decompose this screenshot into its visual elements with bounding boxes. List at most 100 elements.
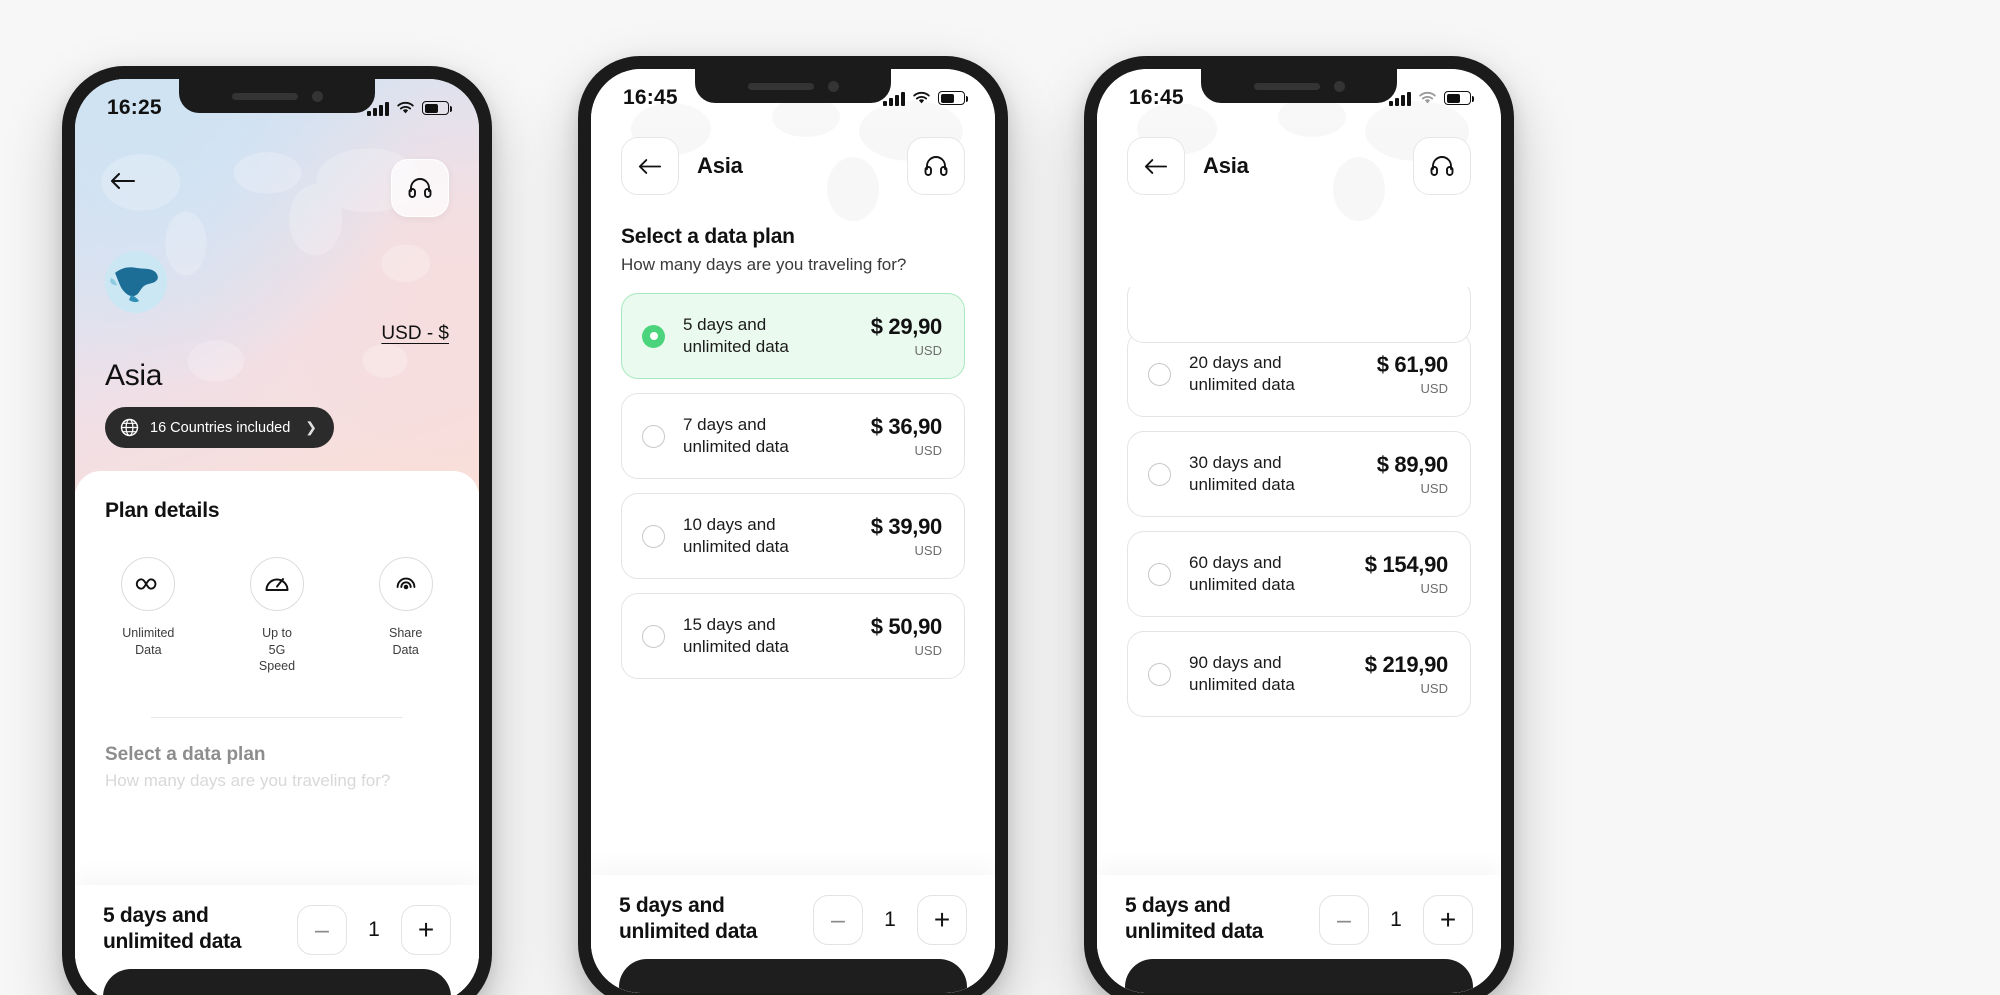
countries-pill-label: 16 Countries included [150,419,291,436]
phone1-screen: 16:25 USD - $ Asia 16 Countries included… [75,79,479,995]
front-camera [1333,80,1345,92]
increase-quantity-button[interactable]: + [1423,895,1473,945]
plan-section-heading-2: Select a data plan How many days are you… [591,225,995,275]
select-plan-faded-title: Select a data plan [105,743,266,765]
phone-mockup-2: 16:45 Asia Select a data plan How many d… [575,53,1011,995]
increase-quantity-button[interactable]: + [401,905,451,955]
plan-left: 90 days and unlimited data [1148,652,1295,696]
list-fade-overlay [1097,839,1501,875]
plan-price: $ 219,90 [1364,652,1449,677]
support-button-1[interactable] [391,159,449,217]
plan-details-title: Plan details [105,499,220,522]
quantity-stepper-2[interactable]: – 1 + [813,895,967,945]
primary-cta-button[interactable] [619,959,967,993]
feature-label: Share Data [389,626,423,657]
currency-selector[interactable]: USD - $ [381,323,449,345]
plan-left: 15 days and unlimited data [642,614,789,658]
radio-unselected-icon[interactable] [1148,462,1171,486]
headset-support-icon [408,178,432,198]
primary-cta-button[interactable] [103,969,451,995]
earpiece-speaker [747,82,814,90]
share-signal-icon [378,557,433,611]
quantity-stepper-3[interactable]: – 1 + [1319,895,1473,945]
radio-unselected-icon[interactable] [642,424,665,448]
plan-left: 10 days and unlimited data [642,514,789,558]
header-left: Asia [621,137,743,195]
asia-globe-icon [105,251,167,313]
plan-list-3: 20 days and unlimited data $ 61,90 USD 3… [1097,287,1501,717]
decrease-quantity-button[interactable]: – [1319,895,1369,945]
plan-currency: USD [1420,381,1448,396]
speedometer-icon [250,557,304,611]
status-icons [883,91,968,106]
plan-currency: USD [914,443,942,458]
decrease-quantity-button[interactable]: – [813,895,863,945]
plan-option-row[interactable]: 7 days and unlimited data $ 36,90 USD [621,393,965,479]
wifi-icon [397,101,414,114]
radio-unselected-icon[interactable] [1148,662,1171,686]
support-button-2[interactable] [907,137,965,195]
select-plan-faded-sub: How many days are you traveling for? [105,770,391,790]
section-subtitle: How many days are you traveling for? [621,255,907,274]
increase-quantity-button[interactable]: + [917,895,967,945]
region-title: Asia [105,359,163,392]
hero-content: USD - $ Asia 16 Countries included ❯ [75,79,479,448]
plan-option-row[interactable]: 15 days and unlimited data $ 50,90 USD [621,593,965,679]
page-title-2: Asia [697,153,743,178]
quantity-value: 1 [1390,908,1402,931]
battery-icon [1444,91,1474,105]
radio-unselected-icon[interactable] [642,524,665,548]
wifi-icon [1419,91,1436,104]
plan-label: 60 days and unlimited data [1189,552,1295,594]
plan-right: $ 36,90 USD [871,414,943,458]
quantity-value: 1 [368,918,380,941]
status-icons [367,101,452,116]
radio-selected-icon[interactable] [642,324,665,348]
front-camera [827,80,839,92]
plan-left: 60 days and unlimited data [1148,552,1295,596]
plan-option-row[interactable]: 10 days and unlimited data $ 39,90 USD [621,493,965,579]
notch [1201,69,1397,103]
plan-left: 20 days and unlimited data [1148,352,1295,396]
quantity-stepper-1[interactable]: – 1 + [297,905,451,955]
selected-plan-title: 5 days and unlimited data [103,904,242,953]
plan-right: $ 89,90 USD [1377,452,1449,496]
status-icons [1389,91,1474,106]
section-title: Select a data plan [621,225,795,248]
feature-5g-speed: Up to 5G Speed [234,557,321,675]
feature-label: Up to 5G Speed [258,626,296,673]
plan-select-screen-3: Asia 20 days and unlimited data $ 61,90 … [1097,69,1501,993]
primary-cta-button[interactable] [1125,959,1473,993]
section-divider [151,716,403,718]
plan-label: 7 days and unlimited data [683,414,789,456]
radio-unselected-icon[interactable] [1148,362,1171,386]
plan-label: 5 days and unlimited data [683,314,789,356]
plan-right: $ 50,90 USD [871,614,943,658]
plan-option-row[interactable]: 30 days and unlimited data $ 89,90 USD [1127,431,1471,517]
plan-price: $ 39,90 [870,514,943,539]
countries-included-pill[interactable]: 16 Countries included ❯ [105,407,334,448]
battery-icon [938,91,968,105]
plan-left: 5 days and unlimited data [642,314,789,358]
plan-option-row[interactable]: 90 days and unlimited data $ 219,90 USD [1127,631,1471,717]
plan-option-row[interactable]: 5 days and unlimited data $ 29,90 USD [621,293,965,379]
radio-unselected-icon[interactable] [642,624,665,648]
plan-label: 30 days and unlimited data [1189,452,1295,494]
radio-unselected-icon[interactable] [1148,562,1171,586]
status-time: 16:45 [623,86,678,109]
support-button-3[interactable] [1413,137,1471,195]
plan-currency: USD [1420,681,1448,696]
battery-icon [422,101,452,115]
wifi-icon [913,91,930,104]
selected-plan-title: 5 days and unlimited data [619,894,758,943]
plan-option-row[interactable]: 60 days and unlimited data $ 154,90 USD [1127,531,1471,617]
plan-price: $ 29,90 [870,314,943,339]
plan-option-row[interactable]: 20 days and unlimited data $ 61,90 USD [1127,331,1471,417]
back-button-3[interactable] [1127,137,1185,195]
partial-plan-row-above[interactable] [1127,287,1471,343]
back-button-1[interactable] [105,163,141,199]
decrease-quantity-button[interactable]: – [297,905,347,955]
back-button-2[interactable] [621,137,679,195]
scroll-viewport-3[interactable]: 20 days and unlimited data $ 61,90 USD 3… [1097,287,1501,875]
feature-row: Unlimited Data Up to 5G Speed Share Data [105,557,449,675]
